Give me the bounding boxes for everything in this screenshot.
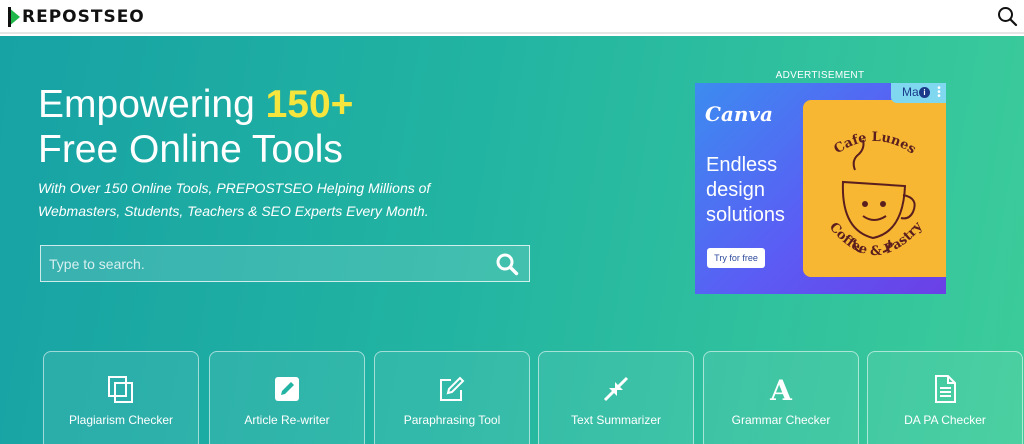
hero-title-highlight: 150+ — [265, 83, 354, 126]
ad-product-card: Cafe Lunes Coffee & Pastry — [803, 100, 946, 277]
tool-card-grammar-checker[interactable]: A Grammar Checker — [703, 351, 859, 444]
hero-title-line2: Free Online Tools — [38, 128, 343, 171]
tool-card-plagiarism-checker[interactable]: Plagiarism Checker — [43, 351, 199, 444]
pencil-square-icon — [440, 376, 465, 401]
advertisement-banner[interactable]: Canva Endless design solutions Try for f… — [695, 83, 946, 294]
hero-search-bar — [40, 245, 530, 282]
tool-card-paraphrasing-tool[interactable]: Paraphrasing Tool — [374, 351, 530, 444]
tool-label: Plagiarism Checker — [68, 413, 174, 427]
svg-text:A: A — [769, 374, 793, 404]
ad-brand: Canva — [705, 102, 773, 126]
edit-square-icon — [275, 377, 299, 401]
document-icon — [935, 375, 956, 403]
tool-label: Grammar Checker — [731, 413, 831, 427]
site-logo[interactable]: REPOSTSEO — [7, 3, 145, 31]
letter-a-icon: A — [769, 374, 793, 404]
search-icon — [998, 7, 1018, 27]
ad-menu-dots-icon[interactable]: • • • — [935, 84, 943, 102]
ad-badge-text: Ma — [902, 85, 919, 99]
coffee-cup-illustration: Cafe Lunes Coffee & Pastry — [826, 130, 926, 259]
logo-mark-icon — [8, 7, 20, 27]
tool-card-article-rewriter[interactable]: Article Re-writer — [209, 351, 365, 444]
svg-text:Cafe Lunes: Cafe Lunes — [832, 130, 919, 158]
tool-search-input[interactable] — [41, 246, 485, 281]
ad-cta-button[interactable]: Try for free — [707, 248, 765, 268]
tool-card-da-pa-checker[interactable]: DA PA Checker — [867, 351, 1023, 444]
compress-arrows-icon — [603, 376, 629, 402]
tools-grid: Plagiarism Checker Article Re-writer Par… — [43, 351, 1023, 444]
search-submit-button[interactable] — [485, 246, 529, 281]
top-navbar: REPOSTSEO — [0, 0, 1024, 34]
copy-icon — [108, 376, 133, 403]
hero-subtitle: With Over 150 Online Tools, PREPOSTSEO H… — [38, 180, 431, 219]
advertisement-label: ADVERTISEMENT — [775, 70, 865, 81]
tool-label: Article Re-writer — [244, 413, 330, 427]
tool-card-text-summarizer[interactable]: Text Summarizer — [538, 351, 694, 444]
tool-label: Paraphrasing Tool — [403, 413, 501, 427]
hero-title: Empowering 150+ Free Online Tools — [38, 82, 353, 172]
search-icon — [496, 253, 519, 275]
ad-card-text-top: Cafe Lunes — [832, 130, 919, 158]
ad-info-icon[interactable]: i — [919, 87, 930, 98]
header-search-button[interactable] — [996, 5, 1018, 27]
ad-headline: Endless design solutions — [706, 153, 785, 228]
hero-title-prefix: Empowering — [38, 83, 266, 126]
ad-headline-line: Endless — [706, 154, 778, 176]
ad-headline-line: design — [706, 179, 765, 201]
tool-label: Text Summarizer — [570, 413, 662, 427]
tool-label: DA PA Checker — [904, 413, 986, 427]
ad-headline-line: solutions — [706, 204, 785, 226]
hero-section: Empowering 150+ Free Online Tools With O… — [0, 36, 1024, 444]
logo-text: REPOSTSEO — [22, 7, 145, 27]
